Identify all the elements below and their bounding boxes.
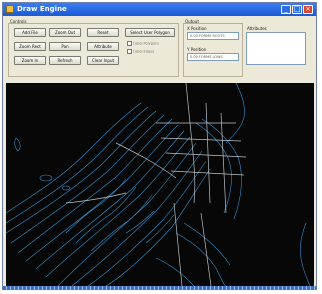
- map-canvas[interactable]: [6, 83, 314, 286]
- zoom-rect-button[interactable]: Zoom Rect: [14, 42, 46, 51]
- app-icon: [6, 5, 14, 13]
- label-edges-label: Label Edges: [133, 49, 155, 54]
- road-lines: [65, 83, 247, 286]
- label-polygons-checkbox[interactable]: Label Polygons: [127, 41, 159, 47]
- checkbox-box: [127, 41, 132, 46]
- y-position-label: Y Position: [187, 47, 207, 52]
- close-button[interactable]: ×: [303, 5, 313, 14]
- attributes-list[interactable]: [246, 32, 306, 65]
- x-position-field: 0.00 FORMS ROOTS: [187, 32, 239, 40]
- zoom-in-button[interactable]: Zoom In: [14, 56, 46, 65]
- reset-button[interactable]: Reset: [87, 28, 119, 37]
- refresh-button[interactable]: Refresh: [49, 56, 81, 65]
- contour-lines: [6, 83, 311, 286]
- minimize-button[interactable]: _: [281, 5, 291, 14]
- attribute-button[interactable]: Attribute: [87, 42, 119, 51]
- zoom-out-button[interactable]: Zoom Out: [49, 28, 81, 37]
- window-title: Draw Engine: [17, 5, 67, 13]
- x-position-label: X Position: [187, 26, 207, 31]
- title-bar: Draw Engine _ □ ×: [3, 3, 316, 16]
- contour-map: [6, 83, 311, 286]
- label-polygons-label: Label Polygons: [133, 41, 160, 46]
- clear-input-button[interactable]: Clear Input: [87, 56, 119, 65]
- y-position-field: 0.00 FORMS LOWS: [187, 53, 239, 61]
- checkbox-box: [127, 49, 132, 54]
- select-user-polygon-button[interactable]: Select User Polygon: [125, 28, 175, 37]
- label-edges-checkbox[interactable]: Label Edges: [127, 49, 154, 55]
- pan-button[interactable]: Pan: [49, 42, 81, 51]
- add-file-button[interactable]: Add File: [14, 28, 46, 37]
- app-window: Draw Engine _ □ × Controls Add File Zoom…: [2, 2, 317, 290]
- maximize-button[interactable]: □: [292, 5, 302, 14]
- status-bar: [3, 286, 316, 290]
- attributes-label: Attributes: [247, 26, 267, 31]
